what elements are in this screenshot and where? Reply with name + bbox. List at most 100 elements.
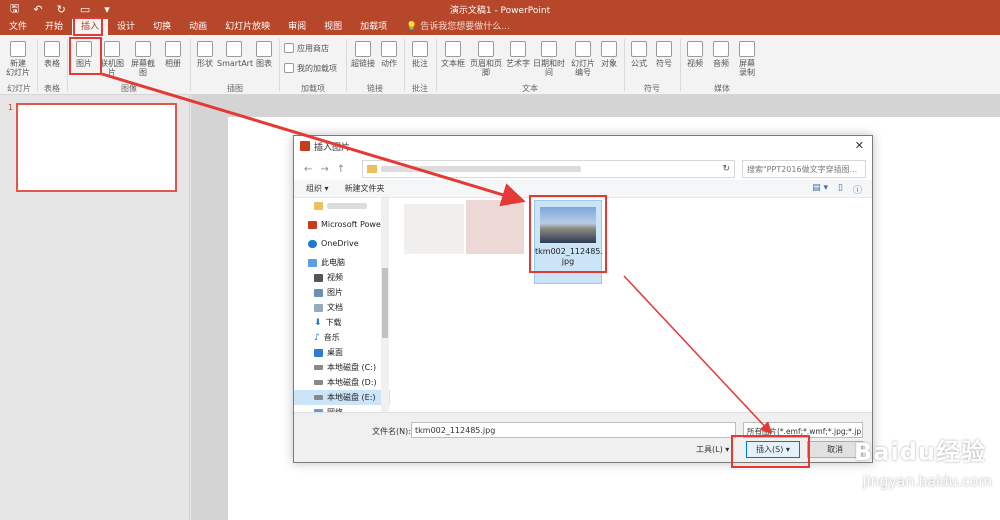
dialog-titlebar: 插入图片 — [294, 136, 872, 156]
tab-slideshow[interactable]: 幻灯片放映 — [216, 19, 279, 35]
refresh-icon[interactable]: ↻ — [722, 164, 734, 174]
back-arrow-icon[interactable]: ← — [304, 164, 312, 175]
wordart-label: 艺术字 — [506, 59, 530, 68]
close-icon[interactable]: ✕ — [855, 139, 864, 152]
tab-view[interactable]: 视图 — [315, 19, 351, 35]
symbol-button[interactable]: 符号 — [653, 41, 675, 68]
header-footer-button[interactable]: 页眉和页脚 — [468, 41, 504, 77]
view-options-icon[interactable]: ▤ ▾ — [812, 183, 828, 196]
help-icon[interactable]: ⓘ — [853, 183, 862, 196]
preview-pane-icon[interactable]: ▯ — [838, 183, 843, 196]
organize-button[interactable]: 组织 ▾ — [306, 183, 329, 194]
audio-label: 音频 — [713, 59, 729, 68]
nav-item-pictures[interactable]: 图片 — [294, 285, 390, 300]
datetime-label: 日期和时间 — [533, 59, 565, 77]
nav-item-drive-e[interactable]: 本地磁盘 (E:) — [294, 390, 390, 405]
chart-button[interactable]: 图表 — [253, 41, 275, 68]
comment-button[interactable]: 批注 — [408, 41, 432, 68]
tell-me-box[interactable]: 💡 告诉我您想要做什么... — [396, 19, 510, 35]
textbox-button[interactable]: 文本框 — [439, 41, 467, 68]
my-addins-button[interactable]: 我的加载项 — [284, 63, 337, 73]
video-button[interactable]: 视频 — [684, 41, 706, 68]
watermark-url: jingyan.baidu.com — [862, 474, 992, 490]
table-button[interactable]: 表格 — [41, 41, 63, 68]
group-label-illustrations: 插图 — [227, 84, 243, 93]
desktop-icon — [314, 348, 323, 357]
nav-item-videos[interactable]: 视频 — [294, 270, 390, 285]
insert-tab-highlight — [73, 17, 103, 36]
address-bar[interactable]: ↻ — [362, 160, 735, 178]
nav-item-music[interactable]: ♪ 音乐 — [294, 330, 390, 345]
slide-number-button[interactable]: 幻灯片 编号 — [568, 41, 598, 77]
tab-file[interactable]: 文件 — [0, 19, 36, 35]
save-icon[interactable]: 🖫 — [10, 0, 19, 19]
slide-thumbnail[interactable] — [16, 103, 177, 192]
group-separator — [680, 39, 681, 91]
tab-animations[interactable]: 动画 — [180, 19, 216, 35]
nav-item-onedrive[interactable]: OneDrive — [294, 236, 390, 251]
redo-icon[interactable]: ↻ — [57, 3, 66, 16]
my-addins-icon — [284, 63, 294, 73]
customize-icon[interactable]: ▾ — [104, 3, 110, 16]
tools-dropdown[interactable]: 工具(L) ▾ — [696, 444, 729, 455]
tab-addins[interactable]: 加载项 — [351, 19, 396, 35]
group-label-text: 文本 — [522, 84, 538, 93]
nav-item-powerpoint[interactable]: Microsoft Powe — [294, 217, 390, 232]
slide-number: 1 — [8, 103, 14, 112]
calendar-icon — [541, 41, 557, 57]
tab-transitions[interactable]: 切换 — [144, 19, 180, 35]
nav-item-drive-c[interactable]: 本地磁盘 (C:) — [294, 360, 390, 375]
smartart-button[interactable]: SmartArt — [217, 41, 253, 68]
store-button[interactable]: 应用商店 — [284, 43, 329, 53]
hyperlink-button[interactable]: 超链接 — [350, 41, 376, 68]
screen-record-button[interactable]: 屏幕 录制 — [736, 41, 758, 77]
new-folder-button[interactable]: 新建文件夹 — [345, 183, 385, 194]
album-label: 相册 — [165, 59, 181, 68]
blurred-file[interactable] — [404, 204, 464, 254]
tab-review[interactable]: 审阅 — [279, 19, 315, 35]
nav-item-desktop[interactable]: 桌面 — [294, 345, 390, 360]
screenshot-button[interactable]: 屏幕截图 — [128, 41, 158, 77]
group-label-slides: 幻灯片 — [7, 84, 31, 93]
action-button[interactable]: 动作 — [378, 41, 400, 68]
filename-input[interactable]: tkm002_112485.jpg — [411, 422, 736, 438]
search-input[interactable]: 搜索"PPT2016做文字穿插图... — [742, 160, 866, 178]
nav-label: 文档 — [327, 303, 343, 312]
shapes-icon — [197, 41, 213, 57]
group-separator — [37, 39, 38, 91]
online-picture-button[interactable]: 联机图片 — [98, 41, 126, 77]
object-button[interactable]: 对象 — [598, 41, 620, 68]
nav-item-documents[interactable]: 文档 — [294, 300, 390, 315]
scrollbar-thumb[interactable] — [382, 268, 388, 338]
blurred-path — [381, 166, 581, 172]
datetime-button[interactable]: 日期和时间 — [531, 41, 567, 77]
symbol-label: 符号 — [656, 59, 672, 68]
album-button[interactable]: 相册 — [161, 41, 185, 68]
nav-item-drive-d[interactable]: 本地磁盘 (D:) — [294, 375, 390, 390]
new-slide-button[interactable]: 新建 幻灯片 — [4, 41, 32, 77]
nav-item-this-pc[interactable]: 此电脑 — [294, 255, 390, 270]
shapes-button[interactable]: 形状 — [194, 41, 216, 68]
nav-label: 本地磁盘 (E:) — [327, 393, 376, 402]
hyperlink-label: 超链接 — [351, 59, 375, 68]
up-arrow-icon[interactable]: ↑ — [337, 164, 345, 175]
tab-home[interactable]: 开始 — [36, 19, 72, 35]
screenshot-label: 屏幕截图 — [131, 59, 155, 77]
undo-icon[interactable]: ↶ — [33, 3, 42, 16]
address-row: ← → ↑ ↻ 搜索"PPT2016做文字穿插图... — [294, 158, 872, 180]
camera-icon — [135, 41, 151, 57]
nav-blurred-folder[interactable] — [294, 198, 390, 213]
nav-item-downloads[interactable]: ⬇ 下载 — [294, 315, 390, 330]
forward-arrow-icon[interactable]: → — [320, 164, 328, 175]
nav-scrollbar[interactable] — [381, 198, 389, 412]
equation-button[interactable]: 公式 — [628, 41, 650, 68]
tab-design[interactable]: 设计 — [108, 19, 144, 35]
group-label-addins: 加载项 — [301, 84, 325, 93]
comment-icon — [412, 41, 428, 57]
blurred-file[interactable] — [466, 200, 524, 254]
music-icon: ♪ — [314, 332, 320, 343]
audio-button[interactable]: 音频 — [710, 41, 732, 68]
start-from-beginning-icon[interactable]: ▭ — [80, 3, 90, 16]
nav-item-network[interactable]: 网络 — [294, 405, 390, 412]
wordart-button[interactable]: 艺术字 — [505, 41, 531, 68]
